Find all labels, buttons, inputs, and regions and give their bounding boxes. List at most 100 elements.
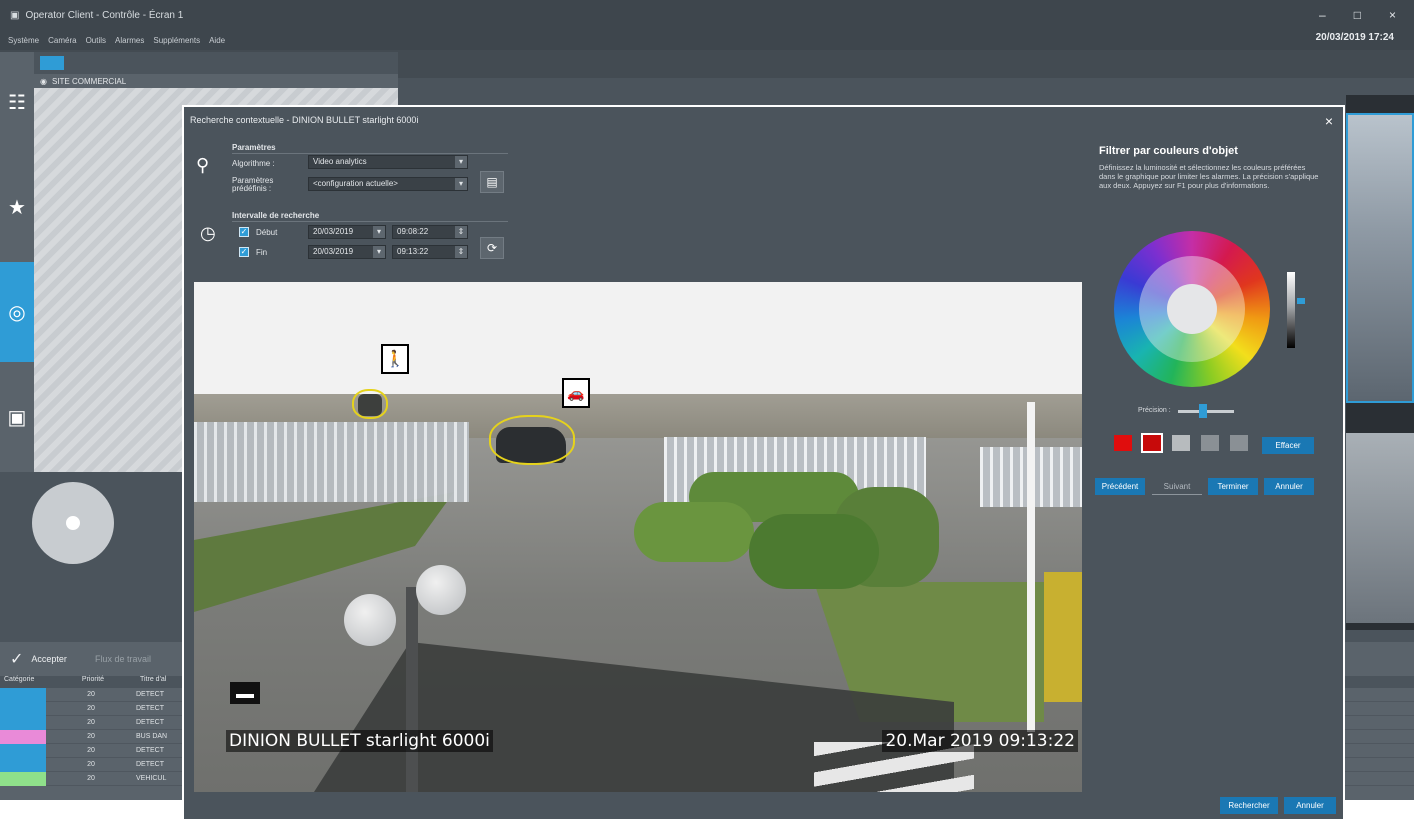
dialog-title: Recherche contextuelle - DINION BULLET s…	[184, 107, 1343, 133]
chevron-down-icon: ▾	[373, 246, 385, 258]
col-category[interactable]: Catégorie	[0, 676, 46, 688]
video-scene	[1027, 402, 1035, 732]
alarm-title: VEHICUL	[136, 775, 167, 782]
alarm-priority: 20	[87, 705, 95, 712]
ptz-center-button[interactable]	[60, 510, 86, 536]
clear-button[interactable]: Effacer	[1262, 437, 1314, 454]
accept-icon: ✓	[10, 651, 24, 668]
video-scene	[749, 514, 879, 589]
start-checkbox[interactable]: ✓	[239, 227, 249, 237]
workflow-button[interactable]: Flux de travail	[95, 654, 151, 664]
algo-label: Algorithme :	[232, 159, 275, 168]
previous-button[interactable]: Précédent	[1095, 478, 1145, 495]
luminance-slider[interactable]	[1287, 272, 1295, 348]
minus-icon	[230, 682, 260, 704]
menu-alarms[interactable]: Alarmes	[115, 36, 144, 45]
refresh-icon: ⟳	[486, 241, 498, 255]
alarm-title: DETECT	[136, 747, 164, 754]
ptz-icon[interactable]: ◎	[0, 262, 34, 362]
search-icon: ⚲	[196, 155, 210, 175]
chevron-down-icon: ▾	[455, 178, 467, 190]
interval-heading: Intervalle de recherche	[232, 211, 320, 220]
menu-help[interactable]: Aide	[209, 36, 225, 45]
car-outline[interactable]	[489, 415, 575, 465]
menu-bar: Système Caméra Outils Alarmes Supplément…	[0, 30, 1414, 50]
site-row[interactable]: ◉ SITE COMMERCIAL	[34, 74, 398, 88]
window-controls: – □ ×	[1319, 8, 1396, 22]
alarm-title: DETECT	[136, 705, 164, 712]
video-scene	[634, 502, 754, 562]
alarm-title: BUS DAN	[136, 733, 168, 740]
accept-button[interactable]: Accepter	[31, 654, 67, 664]
luminance-handle[interactable]	[1297, 298, 1305, 304]
filter-description: Définissez la luminosité et sélectionnez…	[1099, 163, 1319, 190]
color-wheel-center[interactable]	[1167, 284, 1217, 334]
precision-thumb[interactable]	[1199, 404, 1208, 418]
tree-view-button[interactable]	[40, 56, 64, 70]
person-outline[interactable]	[352, 389, 388, 419]
finish-button[interactable]: Terminer	[1208, 478, 1258, 495]
divider	[232, 153, 508, 154]
color-swatch[interactable]	[1170, 433, 1192, 453]
alarm-title: DETECT	[136, 719, 164, 726]
alarm-category-icon	[0, 771, 46, 786]
filter-title: Filtrer par couleurs d'objet	[1099, 145, 1238, 157]
ptz-control-panel	[0, 472, 180, 642]
menu-tools[interactable]: Outils	[86, 36, 106, 45]
camera-feed-tile[interactable]	[1346, 433, 1414, 623]
start-date-field[interactable]: 20/03/2019 ▾	[308, 225, 386, 239]
menu-system[interactable]: Système	[8, 36, 39, 45]
color-swatch[interactable]	[1228, 433, 1250, 453]
end-date-field[interactable]: 20/03/2019 ▾	[308, 245, 386, 259]
end-label: Fin	[256, 248, 268, 257]
refresh-button[interactable]: ⟳	[480, 237, 504, 259]
color-swatch[interactable]	[1199, 433, 1221, 453]
save-preset-button[interactable]: ▤	[480, 171, 504, 193]
preset-label: Paramètres prédéfinis :	[232, 176, 274, 193]
dialog-close-button[interactable]: ×	[1325, 113, 1333, 129]
precision-label: Précision :	[1138, 407, 1171, 414]
end-time-field[interactable]: 09:13:22 ⇕	[392, 245, 468, 259]
search-button[interactable]: Rechercher	[1220, 797, 1278, 814]
color-swatch[interactable]	[1141, 433, 1163, 453]
col-title[interactable]: Titre d'al	[136, 676, 166, 688]
start-time-value: 09:08:22	[397, 227, 429, 236]
close-window-button[interactable]: ×	[1389, 8, 1396, 22]
alarm-title: DETECT	[136, 761, 164, 768]
monitor-icon[interactable]: ▣	[0, 367, 34, 467]
params-heading: Paramètres	[232, 143, 276, 152]
site-label: SITE COMMERCIAL	[51, 76, 127, 86]
alarm-category-icon	[0, 743, 46, 758]
maximize-button[interactable]: □	[1354, 8, 1361, 22]
camera-name-overlay: DINION BULLET starlight 6000i	[226, 730, 493, 752]
favorites-icon[interactable]: ★	[0, 157, 34, 257]
save-icon: ▤	[486, 175, 498, 189]
color-wheel[interactable]	[1114, 231, 1270, 387]
color-wheel-inner[interactable]	[1139, 256, 1245, 362]
cancel-button[interactable]: Annuler	[1284, 797, 1336, 814]
preset-select[interactable]: <configuration actuelle> ▾	[308, 177, 468, 191]
ptz-joystick[interactable]	[32, 482, 114, 564]
video-player[interactable]: 🚶 🚗 DINION BULLET starlight 6000i 20.Mar…	[194, 282, 1082, 792]
end-checkbox[interactable]: ✓	[239, 247, 249, 257]
camera-feed-tile[interactable]	[1346, 113, 1414, 403]
menu-extras[interactable]: Suppléments	[153, 36, 200, 45]
minimize-button[interactable]: –	[1319, 8, 1326, 22]
cancel-nav-button[interactable]: Annuler	[1264, 478, 1314, 495]
alarm-priority: 20	[87, 775, 95, 782]
algo-select[interactable]: Video analytics ▾	[308, 155, 468, 169]
tree-icon[interactable]: ☷	[0, 52, 34, 152]
left-rail: ☷ ★ ◎ ▣	[0, 52, 34, 472]
tree-toolbar	[34, 52, 398, 74]
start-time-field[interactable]: 09:08:22 ⇕	[392, 225, 468, 239]
forensic-search-dialog: Recherche contextuelle - DINION BULLET s…	[182, 105, 1345, 821]
menu-camera[interactable]: Caméra	[48, 36, 76, 45]
col-priority[interactable]: Priorité	[46, 676, 136, 688]
alarm-category-icon	[0, 757, 46, 772]
end-time-value: 09:13:22	[397, 247, 429, 256]
alarm-category-icon	[0, 729, 46, 744]
video-scene	[416, 565, 466, 615]
algo-value: Video analytics	[313, 157, 367, 166]
video-scene	[406, 587, 418, 792]
color-swatch[interactable]	[1112, 433, 1134, 453]
